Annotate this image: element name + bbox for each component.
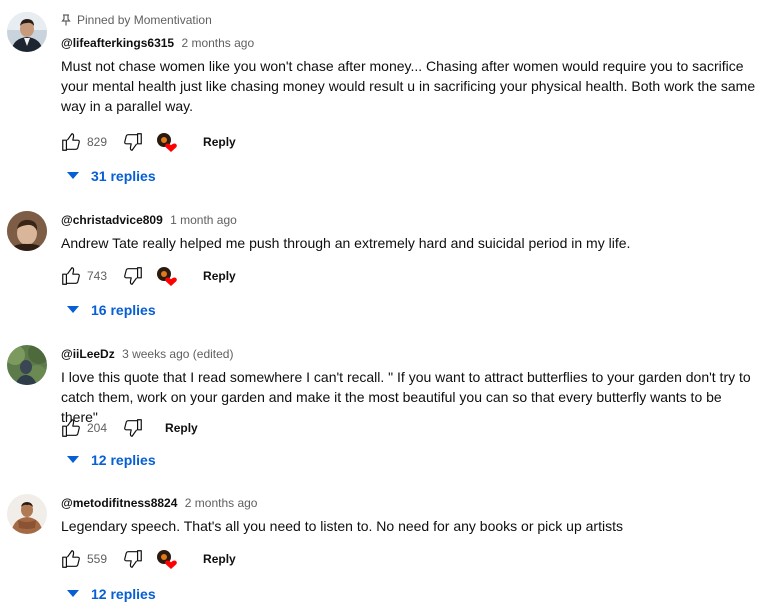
avatar[interactable] <box>7 12 47 52</box>
creator-heart-badge <box>155 547 179 571</box>
replies-count: 31 replies <box>91 168 156 184</box>
comment-author[interactable]: @christadvice809 <box>61 213 163 227</box>
view-replies-button[interactable]: 12 replies <box>67 582 156 606</box>
like-button[interactable] <box>59 264 83 288</box>
view-replies-button[interactable]: 12 replies <box>67 448 156 472</box>
caret-down-icon <box>67 590 79 597</box>
heart-icon <box>165 277 177 286</box>
thumbs-up-icon <box>62 133 80 151</box>
like-count: 743 <box>87 269 108 283</box>
like-count: 559 <box>87 552 108 566</box>
heart-icon <box>165 143 177 152</box>
avatar[interactable] <box>7 345 47 385</box>
pinned-label: Pinned by Momentivation <box>77 13 212 27</box>
comment-header: @christadvice809 1 month ago <box>61 211 760 229</box>
thumbs-down-icon <box>124 267 142 285</box>
thumbs-up-icon <box>62 550 80 568</box>
thumbs-up-icon <box>62 267 80 285</box>
comment-author[interactable]: @lifeafterkings6315 <box>61 36 174 50</box>
reply-button[interactable]: Reply <box>159 417 204 439</box>
dislike-button[interactable] <box>121 264 145 288</box>
reply-button[interactable]: Reply <box>197 265 242 287</box>
comment-text: Legendary speech. That's all you need to… <box>61 518 623 534</box>
thumbs-down-icon <box>124 133 142 151</box>
thumbs-up-icon <box>62 419 80 437</box>
replies-count: 12 replies <box>91 586 156 602</box>
replies-count: 12 replies <box>91 452 156 468</box>
like-button[interactable] <box>59 416 83 440</box>
comment-header: @iiLeeDz 3 weeks ago (edited) <box>61 345 760 363</box>
creator-heart-badge <box>155 130 179 154</box>
reply-button[interactable]: Reply <box>197 548 242 570</box>
dislike-button[interactable] <box>121 416 145 440</box>
like-button[interactable] <box>59 130 83 154</box>
pinned-badge: Pinned by Momentivation <box>61 12 760 28</box>
view-replies-button[interactable]: 16 replies <box>67 298 156 322</box>
avatar[interactable] <box>7 211 47 251</box>
comment-author[interactable]: @iiLeeDz <box>61 347 115 361</box>
caret-down-icon <box>67 456 79 463</box>
comment-text: Andrew Tate really helped me push throug… <box>61 235 631 251</box>
creator-heart-badge <box>155 264 179 288</box>
comment-time[interactable]: 2 months ago <box>181 36 254 50</box>
comment-time[interactable]: 3 weeks ago (edited) <box>122 347 233 361</box>
comment-time[interactable]: 1 month ago <box>170 213 237 227</box>
like-button[interactable] <box>59 547 83 571</box>
like-count: 204 <box>87 421 108 435</box>
caret-down-icon <box>67 306 79 313</box>
comment-text: Must not chase women like you won't chas… <box>61 58 756 114</box>
pin-icon <box>61 14 71 26</box>
caret-down-icon <box>67 172 79 179</box>
reply-button[interactable]: Reply <box>197 131 242 153</box>
comment-header: @metodifitness8824 2 months ago <box>61 494 760 512</box>
like-count: 829 <box>87 135 108 149</box>
comment-header: @lifeafterkings6315 2 months ago <box>61 34 760 52</box>
thumbs-down-icon <box>124 550 142 568</box>
dislike-button[interactable] <box>121 130 145 154</box>
heart-icon <box>165 560 177 569</box>
dislike-button[interactable] <box>121 547 145 571</box>
thumbs-down-icon <box>124 419 142 437</box>
avatar[interactable] <box>7 494 47 534</box>
replies-count: 16 replies <box>91 302 156 318</box>
view-replies-button[interactable]: 31 replies <box>67 164 156 188</box>
comment-time[interactable]: 2 months ago <box>185 496 258 510</box>
comment-author[interactable]: @metodifitness8824 <box>61 496 177 510</box>
